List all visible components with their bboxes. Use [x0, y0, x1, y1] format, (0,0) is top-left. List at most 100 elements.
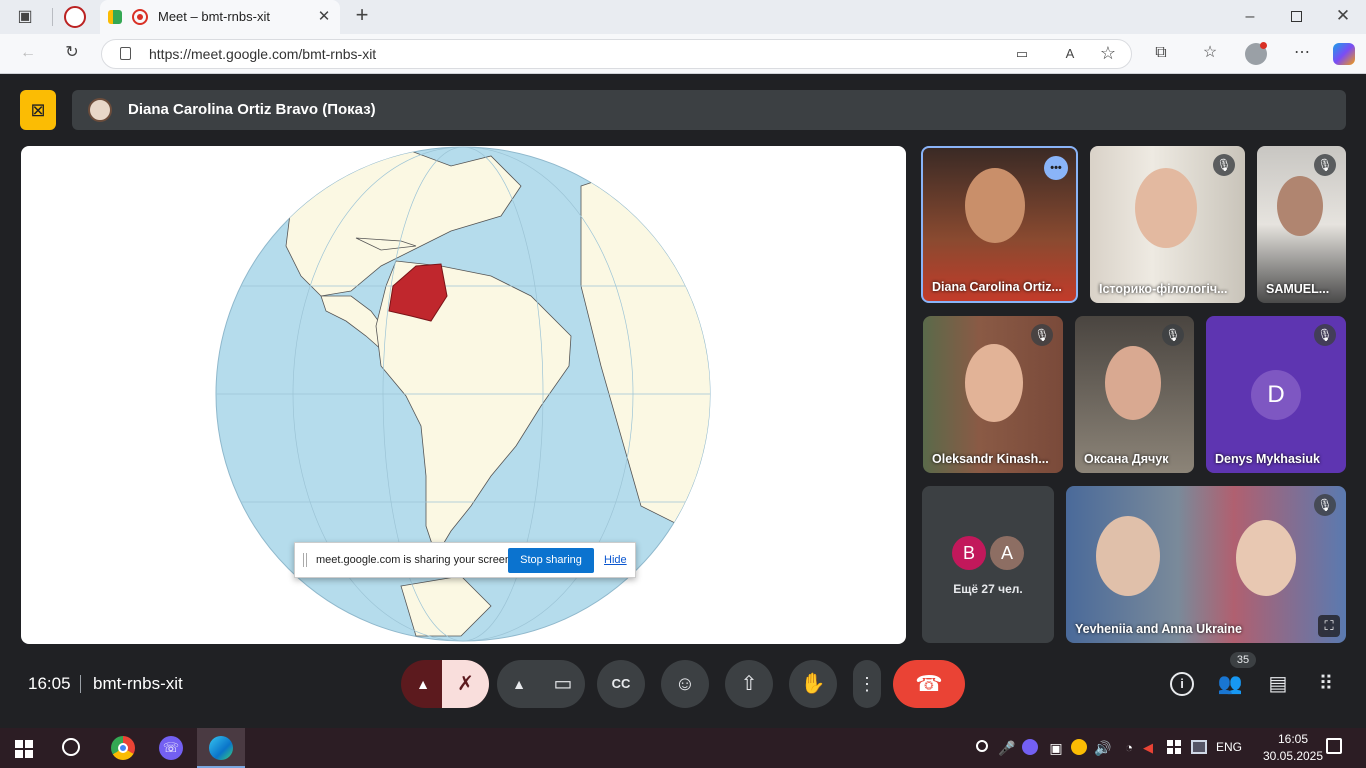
location-icon[interactable]	[976, 740, 988, 752]
tab-active[interactable]: Meet – bmt-rnbs-xit ✕	[100, 0, 340, 34]
mic-off-icon: 🎙	[1213, 154, 1235, 176]
raise-hand-button[interactable]: ✋	[789, 660, 837, 708]
participant-name: SAMUEL...	[1266, 282, 1330, 296]
mic-off-icon: 🎙	[1314, 154, 1336, 176]
divider	[80, 675, 81, 693]
participant-count-badge: 35	[1230, 652, 1256, 668]
meeting-time: 16:05	[28, 674, 71, 693]
address-bar[interactable]: https://meet.google.com/bmt-rnbs-xit ▭ A…	[101, 39, 1132, 69]
read-aloud-icon[interactable]: A	[1060, 44, 1080, 64]
more-participants-tile[interactable]: B A Ещё 27 чел.	[922, 486, 1054, 643]
windows-tray-icon[interactable]	[1167, 740, 1181, 754]
copilot-icon[interactable]	[1333, 43, 1355, 65]
windows-start-icon[interactable]	[15, 740, 33, 758]
notifications-icon[interactable]	[1326, 738, 1342, 754]
stop-sharing-button[interactable]: Stop sharing	[508, 548, 594, 573]
meet-window: ⊠ Diana Carolina Ortiz Bravo (Показ) mee…	[4, 74, 1362, 724]
participant-tile[interactable]: 🎙 Історико-філологіч...	[1090, 146, 1245, 303]
camera-options-chevron-icon[interactable]: ▲	[497, 660, 541, 708]
participant-video	[1135, 168, 1197, 248]
favorites-icon[interactable]: ☆	[1199, 43, 1221, 63]
stop-presenting-icon[interactable]: ⊠	[20, 90, 56, 130]
tab-actions-icon[interactable]: ▣	[14, 7, 36, 27]
pinned-tab-icon[interactable]	[64, 6, 86, 28]
extensions-icon[interactable]: ⧉	[1150, 43, 1172, 63]
tab-divider	[52, 8, 53, 26]
participant-video	[965, 168, 1025, 243]
mic-off-icon: 🎙	[1031, 324, 1053, 346]
mic-toggle-button[interactable]: ✗	[442, 660, 489, 708]
chrome-icon[interactable]	[111, 736, 135, 760]
captions-button[interactable]: CC	[597, 660, 645, 708]
address-toolbar: ← ↻ https://meet.google.com/bmt-rnbs-xit…	[0, 34, 1366, 74]
camera-tray-icon[interactable]: ▣	[1046, 738, 1066, 758]
lock-icon[interactable]	[120, 47, 131, 60]
profile-avatar[interactable]	[1245, 42, 1267, 65]
mic-off-icon: 🎙	[1314, 494, 1336, 516]
search-icon[interactable]	[62, 738, 80, 756]
alert-tray-icon[interactable]: ◀	[1141, 738, 1155, 758]
volume-icon[interactable]: 🔊	[1093, 738, 1113, 758]
display-tray-icon[interactable]	[1191, 740, 1207, 754]
participant-tile[interactable]: 🎙 SAMUEL...	[1257, 146, 1346, 303]
new-tab-plus-icon[interactable]: +	[350, 4, 374, 29]
close-window-icon[interactable]: ✕	[1333, 6, 1353, 26]
network-icon[interactable]: ◔	[1119, 738, 1139, 758]
participant-tile[interactable]: 🎙 Oleksandr Kinash...	[923, 316, 1063, 473]
chat-icon[interactable]: ▤	[1266, 672, 1290, 696]
mic-off-icon: 🎙	[1314, 324, 1336, 346]
participant-name: Denys Mykhasiuk	[1215, 452, 1320, 466]
clock-date[interactable]: 30.05.2025	[1262, 749, 1324, 763]
emoji-reactions-button[interactable]: ☺	[661, 660, 709, 708]
presenter-bar: Diana Carolina Ortiz Bravo (Показ)	[72, 90, 1346, 130]
favorite-star-icon[interactable]: ☆	[1098, 43, 1118, 63]
participant-video	[1096, 516, 1160, 596]
drag-handle-icon[interactable]	[303, 553, 307, 567]
participant-name: Оксана Дячук	[1084, 452, 1169, 466]
sharing-notice: meet.google.com is sharing your screen. …	[294, 542, 636, 578]
participant-tile[interactable]: ••• Diana Carolina Ortiz...	[921, 146, 1078, 303]
microphone-tray-icon[interactable]: 🎤	[998, 738, 1015, 758]
participant-avatar: D	[1251, 370, 1301, 420]
sharing-notice-text: meet.google.com is sharing your screen.	[316, 554, 515, 566]
viber-icon[interactable]: ☏	[159, 736, 183, 760]
camera-permission-icon[interactable]: ▭	[1012, 44, 1032, 64]
people-icon[interactable]: 👥	[1216, 672, 1244, 696]
minimize-icon[interactable]: –	[1240, 7, 1260, 27]
clock-time[interactable]: 16:05	[1265, 732, 1321, 746]
camera-toggle-button[interactable]: ▭	[541, 660, 585, 708]
leave-call-button[interactable]: ☎	[893, 660, 965, 708]
participant-video	[965, 344, 1023, 422]
participant-tile[interactable]: 🎙 Оксана Дячук	[1075, 316, 1194, 473]
frame-icon[interactable]: ⛶	[1318, 615, 1340, 637]
presenter-avatar	[88, 98, 112, 122]
hide-link[interactable]: Hide	[604, 554, 627, 566]
meeting-code: bmt-rnbs-xit	[93, 674, 183, 693]
taskbar: ☏ 🎤 ▣ 🔊 ◔ ◀ ENG 16:05 30.05.2025	[0, 728, 1366, 768]
more-participants-label: Ещё 27 чел.	[953, 582, 1023, 596]
present-screen-button[interactable]: ⇧	[725, 660, 773, 708]
back-icon[interactable]: ←	[18, 43, 38, 63]
viber-tray-icon[interactable]	[1022, 739, 1038, 755]
restore-icon[interactable]	[1291, 11, 1302, 22]
participant-name: Oleksandr Kinash...	[932, 452, 1049, 466]
url-text[interactable]: https://meet.google.com/bmt-rnbs-xit	[149, 46, 376, 62]
activities-grid-icon[interactable]: ⠿	[1314, 672, 1338, 696]
language-indicator[interactable]: ENG	[1216, 740, 1242, 754]
participant-name: Історико-філологіч...	[1099, 282, 1228, 296]
close-tab-icon[interactable]: ✕	[314, 7, 334, 27]
participant-name: Diana Carolina Ortiz...	[932, 280, 1062, 294]
settings-more-icon[interactable]: ⋯	[1291, 43, 1313, 63]
mic-options-chevron-icon[interactable]: ▲	[401, 660, 445, 708]
app-tray-icon[interactable]	[1071, 739, 1087, 755]
edge-taskbar-button[interactable]	[197, 728, 245, 768]
participant-tile[interactable]: D 🎙 Denys Mykhasiuk	[1206, 316, 1346, 473]
participant-tile[interactable]: 🎙 ⛶ Yevheniia and Anna Ukraine	[1066, 486, 1346, 643]
tab-title: Meet – bmt-rnbs-xit	[158, 9, 270, 24]
camera-control-group: ▲ ▭	[497, 660, 585, 708]
speaking-indicator-icon: •••	[1044, 156, 1068, 180]
refresh-icon[interactable]: ↻	[62, 43, 82, 63]
meeting-info-icon[interactable]: i	[1170, 672, 1194, 696]
recording-icon	[132, 9, 148, 25]
more-options-button[interactable]: ⋮	[853, 660, 881, 708]
